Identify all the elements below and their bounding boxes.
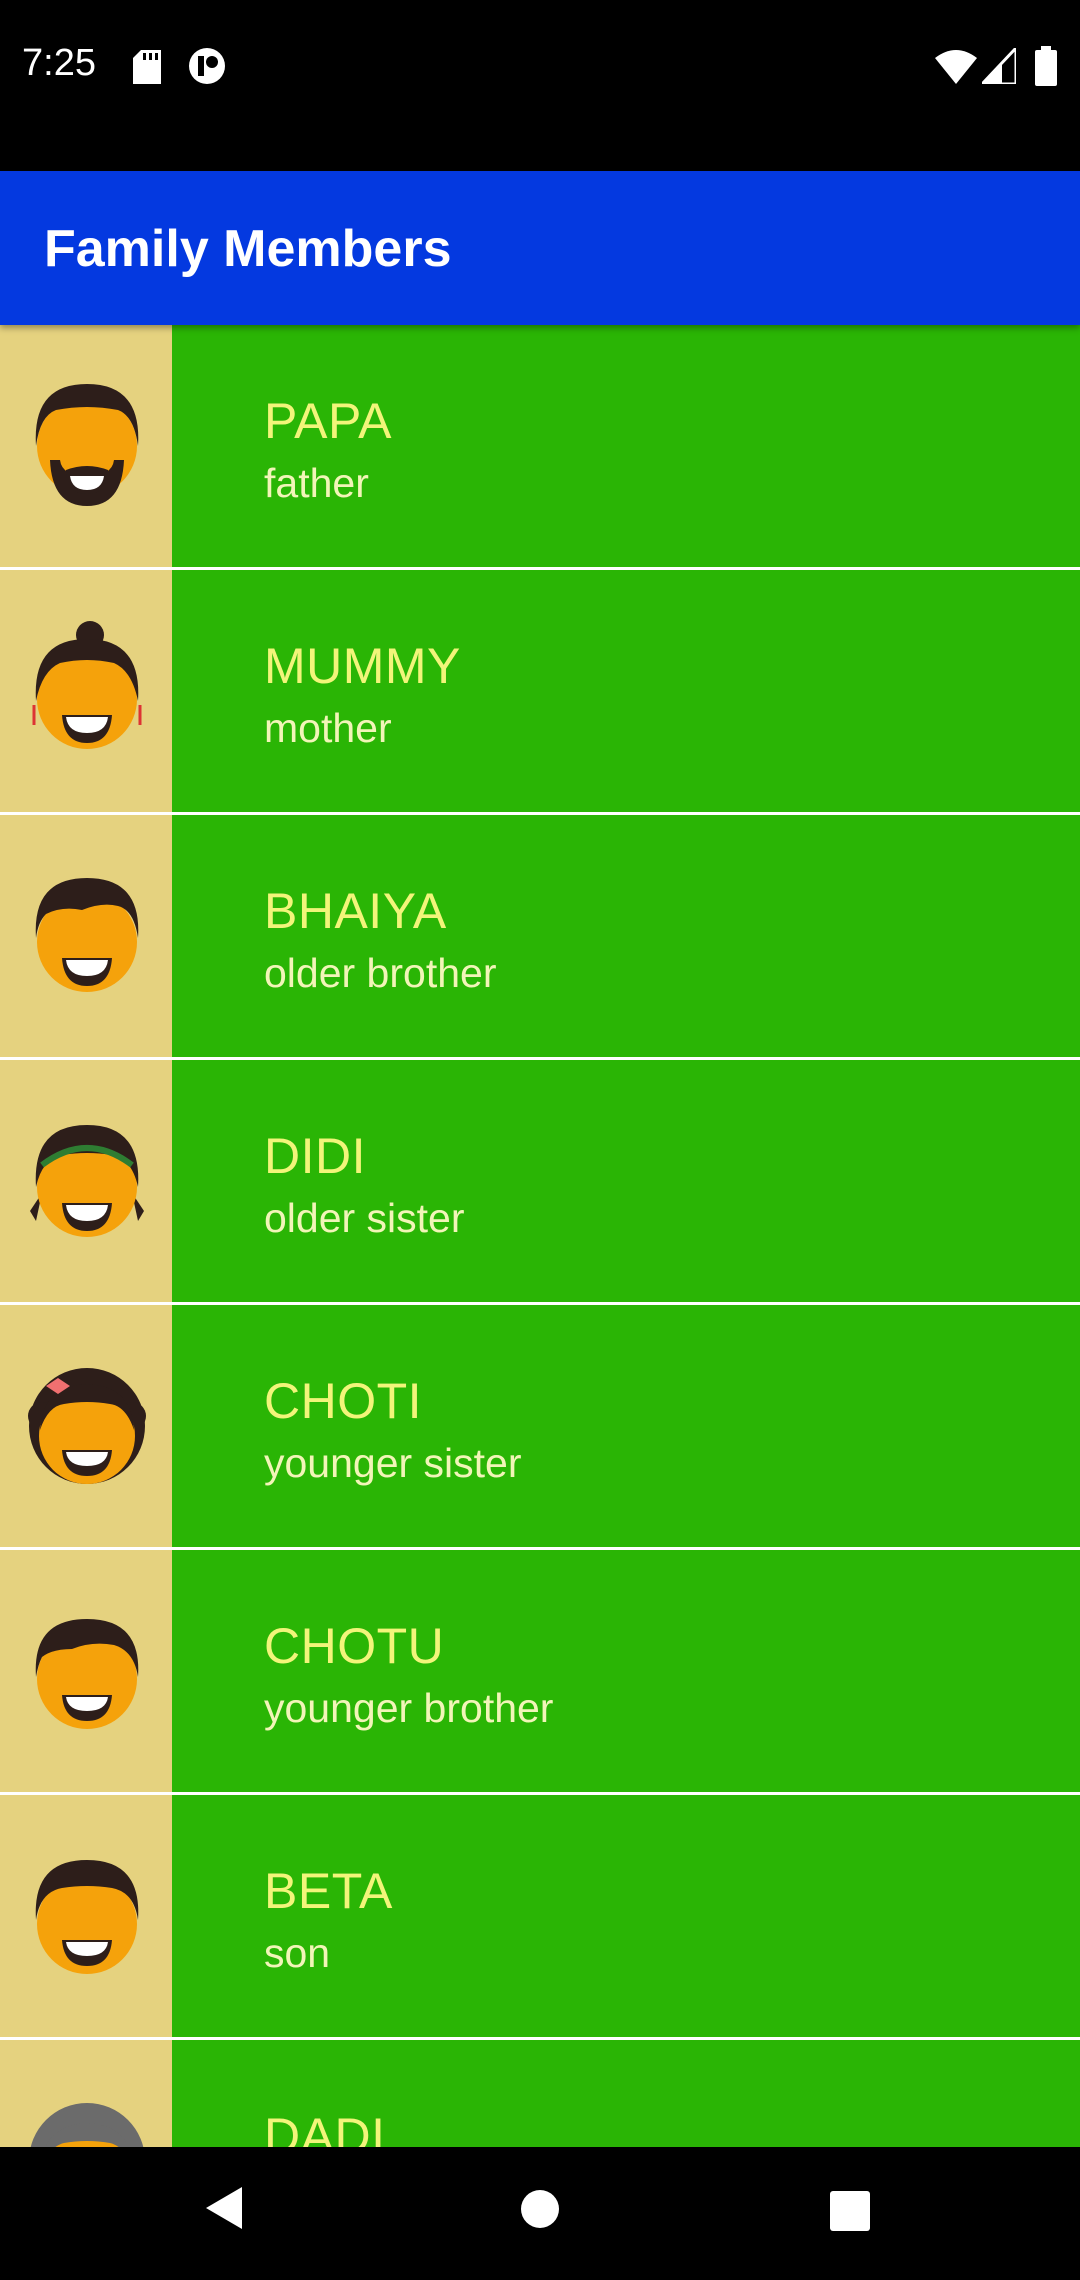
younger-brother-avatar-icon: [35, 1619, 139, 1729]
status-bar: 7:25: [0, 0, 1080, 171]
family-members-list[interactable]: PAPA father MUMMY mother BHAIYA older br…: [0, 325, 1080, 2147]
back-icon[interactable]: [204, 2185, 244, 2231]
avatar-cell: [0, 1550, 172, 1792]
avatar-cell: [0, 1305, 172, 1547]
member-name: CHOTI: [264, 1373, 423, 1429]
battery-icon: [1035, 46, 1057, 86]
wifi-icon: [935, 50, 977, 84]
member-text: BETA son: [264, 1863, 393, 1979]
cell-signal-icon: [982, 48, 1016, 84]
notification-app-icon: [189, 48, 225, 84]
mother-avatar-icon: [32, 621, 142, 749]
list-item-choti[interactable]: CHOTI younger sister: [0, 1305, 1080, 1547]
member-name: MUMMY: [264, 638, 461, 694]
member-name: PAPA: [264, 393, 392, 449]
member-text: CHOTI younger sister: [264, 1373, 522, 1489]
recents-icon[interactable]: [830, 2191, 870, 2231]
avatar-cell: [0, 815, 172, 1057]
member-relation: mother: [264, 705, 392, 751]
member-text: DIDI older sister: [264, 1128, 465, 1244]
older-brother-avatar-icon: [35, 878, 139, 992]
list-item-bhaiya[interactable]: BHAIYA older brother: [0, 815, 1080, 1057]
member-text: MUMMY mother: [264, 638, 461, 754]
member-relation: older sister: [264, 1195, 465, 1241]
member-text: PAPA father: [264, 393, 392, 509]
father-avatar-icon: [35, 384, 139, 506]
grandmother-avatar-icon: [30, 2103, 144, 2147]
member-text: CHOTU younger brother: [264, 1618, 553, 1734]
older-sister-avatar-icon: [30, 1125, 144, 1237]
list-item-dadi[interactable]: DADI: [0, 2040, 1080, 2147]
list-item-papa[interactable]: PAPA father: [0, 325, 1080, 567]
avatar-cell: [0, 570, 172, 812]
member-name: BETA: [264, 1863, 393, 1919]
sd-card-icon: [133, 50, 161, 84]
member-relation: son: [264, 1930, 331, 1976]
list-item-didi[interactable]: DIDI older sister: [0, 1060, 1080, 1302]
list-item-beta[interactable]: BETA son: [0, 1795, 1080, 2037]
son-avatar-icon: [35, 1860, 139, 1974]
app-title: Family Members: [44, 220, 452, 278]
avatar-cell: [0, 2040, 172, 2147]
avatar-cell: [0, 1795, 172, 2037]
younger-sister-avatar-icon: [28, 1368, 146, 1484]
home-icon[interactable]: [520, 2189, 560, 2229]
member-relation: older brother: [264, 950, 497, 996]
member-name: DIDI: [264, 1128, 366, 1184]
avatar-cell: [0, 325, 172, 567]
member-name: CHOTU: [264, 1618, 445, 1674]
member-name: BHAIYA: [264, 883, 447, 939]
status-time: 7:25: [22, 42, 96, 84]
member-relation: father: [264, 460, 369, 506]
member-text: BHAIYA older brother: [264, 883, 496, 999]
avatar-cell: [0, 1060, 172, 1302]
list-item-mummy[interactable]: MUMMY mother: [0, 570, 1080, 812]
app-bar: Family Members: [0, 171, 1080, 325]
member-relation: younger brother: [264, 1685, 554, 1731]
list-item-chotu[interactable]: CHOTU younger brother: [0, 1550, 1080, 1792]
navigation-bar: [0, 2147, 1080, 2280]
member-text: DADI: [264, 2108, 385, 2147]
member-relation: younger sister: [264, 1440, 522, 1486]
member-name: DADI: [264, 2108, 386, 2147]
